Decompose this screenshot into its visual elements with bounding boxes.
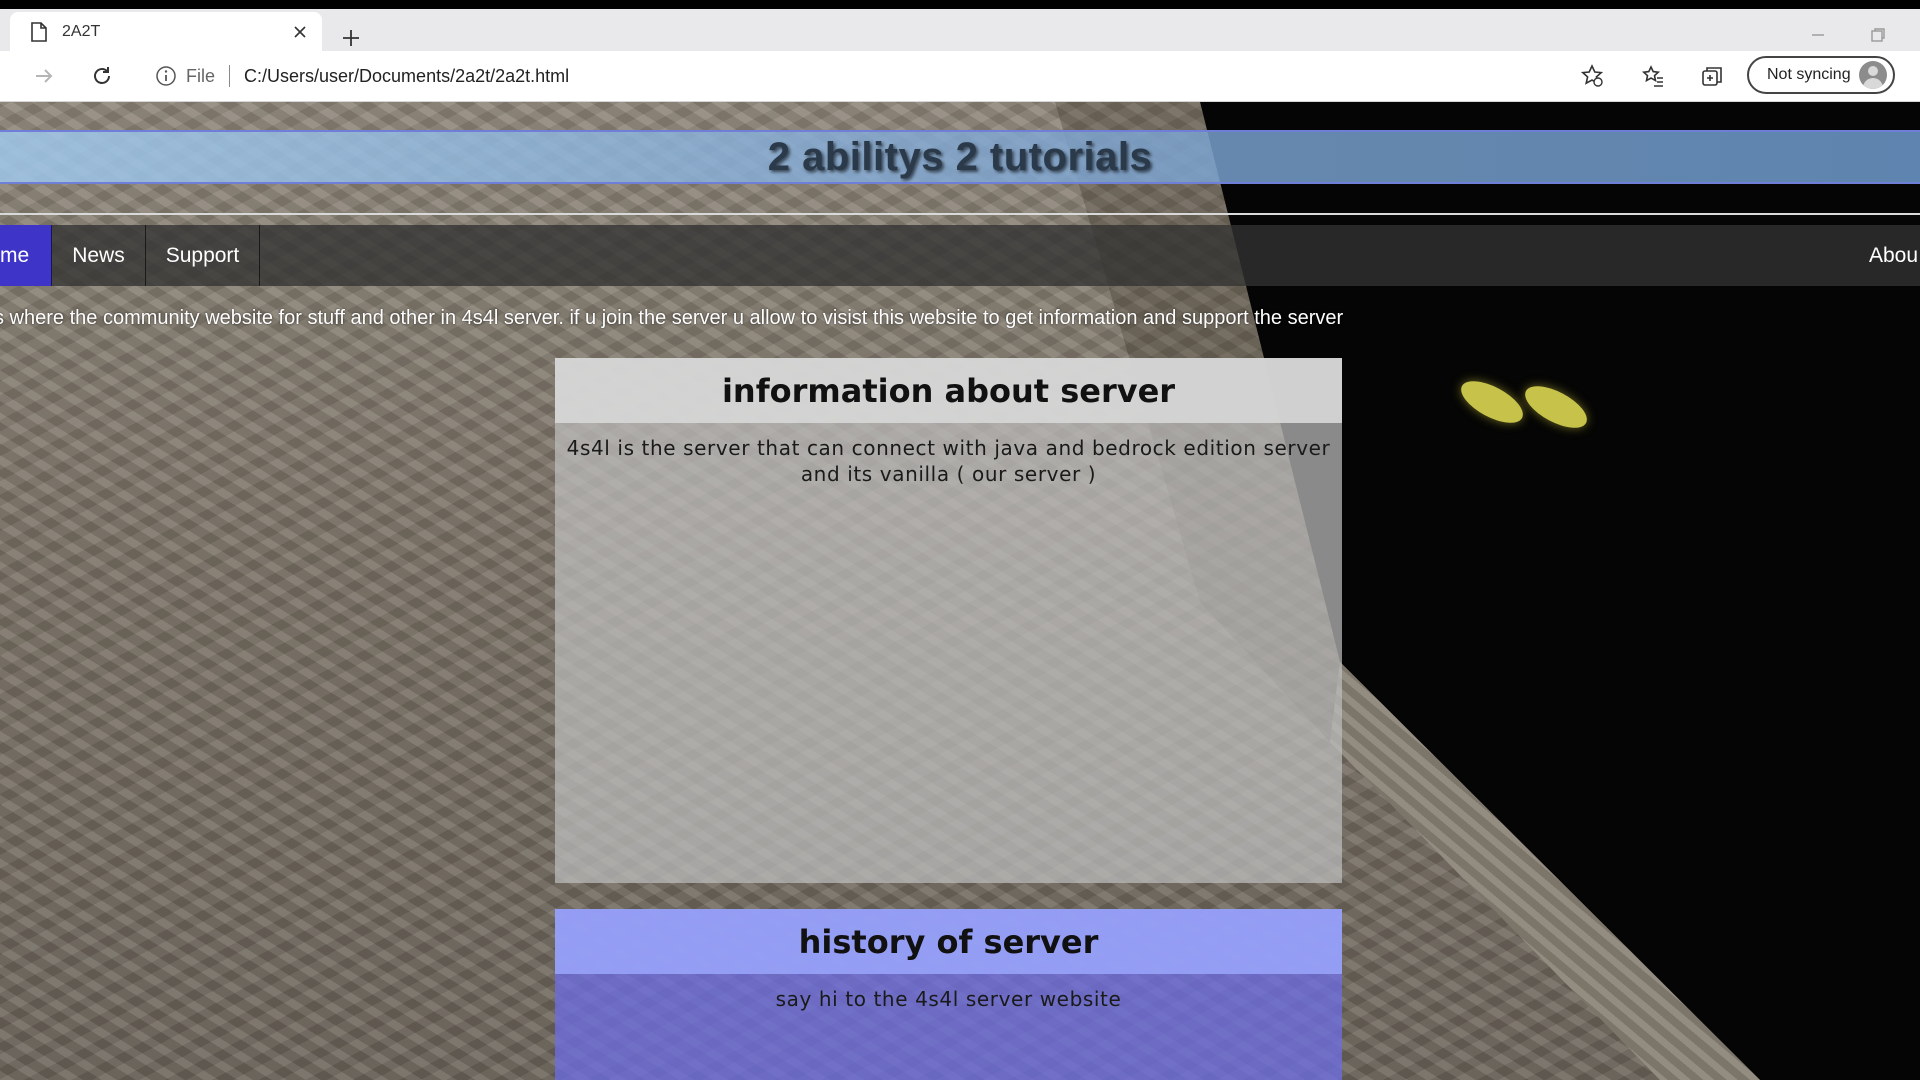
browser-tab[interactable]: 2A2T: [10, 12, 322, 51]
refresh-icon[interactable]: [86, 60, 118, 92]
minimize-icon[interactable]: [1806, 23, 1830, 47]
site-header: 2 abilitys 2 tutorials: [0, 130, 1920, 184]
tab-title: 2A2T: [62, 22, 101, 40]
favorites-icon[interactable]: [1637, 60, 1669, 92]
profile-sync-button[interactable]: Not syncing: [1747, 56, 1895, 94]
window-top-edge: [0, 0, 1920, 9]
avatar: [1859, 61, 1887, 89]
history-panel-header: history of server: [555, 909, 1342, 974]
address-separator: [229, 65, 231, 87]
add-favorite-icon[interactable]: [1576, 60, 1608, 92]
nav-home[interactable]: me: [0, 225, 53, 286]
nav-news[interactable]: News: [52, 225, 146, 286]
info-panel-heading: information about server: [721, 371, 1176, 410]
nav-support[interactable]: Support: [146, 225, 261, 286]
header-divider: [0, 213, 1920, 215]
page-icon: [28, 21, 50, 43]
sync-label: Not syncing: [1767, 66, 1851, 83]
plus-icon[interactable]: [334, 21, 368, 55]
page-viewport: 2 abilitys 2 tutorials me News Support A…: [0, 102, 1920, 1080]
info-panel-body: 4s4l is the server that can connect with…: [566, 436, 1331, 486]
collections-icon[interactable]: [1696, 60, 1728, 92]
address-bar[interactable]: File C:/Users/user/Documents/2a2t/2a2t.h…: [140, 56, 1610, 96]
close-icon[interactable]: [286, 18, 314, 46]
history-panel-body: say hi to the 4s4l server website: [775, 987, 1122, 1011]
history-panel: history of server say hi to the 4s4l ser…: [555, 909, 1342, 1080]
intro-text: s where the community website for stuff …: [0, 307, 1344, 329]
site-title: 2 abilitys 2 tutorials: [767, 134, 1153, 179]
history-panel-heading: history of server: [798, 922, 1099, 961]
info-panel-header: information about server: [555, 358, 1342, 423]
nav-about[interactable]: Abou: [1849, 225, 1920, 286]
browser-toolbar: File C:/Users/user/Documents/2a2t/2a2t.h…: [0, 51, 1920, 102]
info-icon[interactable]: [154, 64, 178, 88]
window-controls: [1806, 23, 1890, 47]
address-scheme: File: [186, 65, 216, 86]
url-text[interactable]: C:/Users/user/Documents/2a2t/2a2t.html: [244, 66, 569, 87]
restore-icon[interactable]: [1866, 23, 1890, 47]
site-navbar: me News Support Abou: [0, 225, 1920, 286]
info-panel: information about server 4s4l is the ser…: [555, 358, 1342, 883]
tab-strip: 2A2T: [0, 9, 1920, 51]
forward-icon[interactable]: [28, 60, 60, 92]
